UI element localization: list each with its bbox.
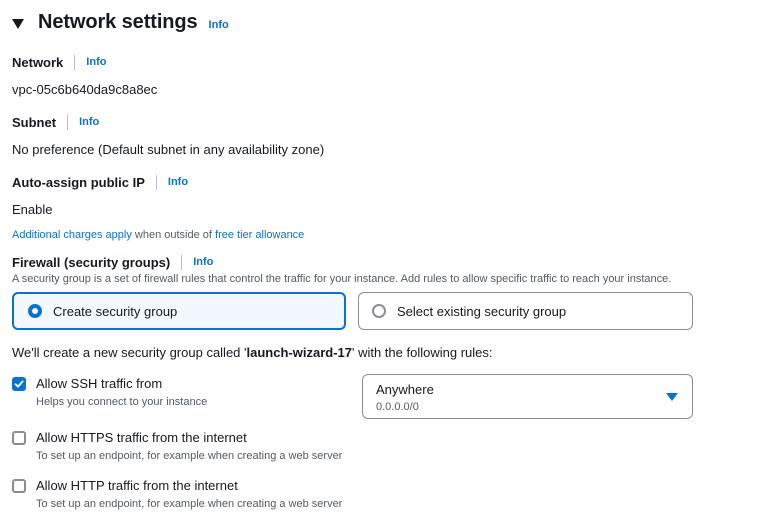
free-tier-link[interactable]: free tier allowance [215,229,304,241]
security-group-name: launch-wizard-17 [246,345,352,360]
section-info-link[interactable]: Info [209,19,229,31]
divider [74,54,76,70]
subnet-value: No preference (Default subnet in any ava… [12,142,325,157]
subnet-label-row: Subnet Info [12,113,99,131]
create-security-group-option[interactable]: Create security group [12,292,346,330]
select-existing-security-group-option[interactable]: Select existing security group [358,292,693,330]
public-ip-value: Enable [12,202,53,217]
https-rule-label: Allow HTTPS traffic from the internet [36,430,247,445]
charges-note: Additional charges apply when outside of… [12,229,304,241]
ssh-rule-label: Allow SSH traffic from [36,376,163,391]
ssh-source-value: Anywhere [376,382,434,397]
public-ip-info-link[interactable]: Info [168,176,188,188]
http-rule-description: To set up an endpoint, for example when … [36,498,343,510]
firewall-description: A security group is a set of firewall ru… [12,273,672,285]
ssh-rule-description: Helps you connect to your instance [36,396,208,408]
http-checkbox[interactable] [12,478,26,493]
https-rule-description: To set up an endpoint, for example when … [36,450,343,462]
ssh-rule-row[interactable]: Allow SSH traffic from [12,376,162,391]
http-rule-label: Allow HTTP traffic from the internet [36,478,238,493]
divider [67,114,69,130]
divider [181,254,183,270]
network-label-row: Network Info [12,53,106,71]
network-label: Network [12,54,64,70]
ssh-source-cidr: 0.0.0.0/0 [376,401,419,413]
ssh-checkbox[interactable] [12,376,26,391]
public-ip-label-row: Auto-assign public IP Info [12,173,188,191]
charges-note-text: when outside of [131,229,216,241]
https-rule-row[interactable]: Allow HTTPS traffic from the internet [12,430,247,445]
option-label: Create security group [53,303,178,319]
firewall-label: Firewall (security groups) [12,254,171,270]
firewall-label-row: Firewall (security groups) Info [12,253,213,271]
subnet-label: Subnet [12,114,57,130]
option-label: Select existing security group [397,303,567,319]
http-rule-row[interactable]: Allow HTTP traffic from the internet [12,478,238,493]
security-group-summary: We'll create a new security group called… [12,345,493,360]
public-ip-label: Auto-assign public IP [12,174,145,190]
https-checkbox[interactable] [12,430,26,445]
radio-selected[interactable] [28,304,42,318]
section-header[interactable]: Network settings Info [12,11,229,34]
network-value: vpc-05c6b640da9c8a8ec [12,82,158,97]
check-icon [14,380,24,387]
network-info-link[interactable]: Info [86,56,106,68]
radio-unselected[interactable] [372,304,386,318]
firewall-info-link[interactable]: Info [193,256,213,268]
section-title: Network settings [38,11,198,33]
divider [155,174,157,190]
select-arrow-icon[interactable] [666,393,678,401]
subnet-info-link[interactable]: Info [79,116,99,128]
caret-down-icon[interactable] [12,18,24,29]
additional-charges-link[interactable]: Additional charges apply [12,229,132,241]
ssh-source-select[interactable]: Anywhere 0.0.0.0/0 [362,374,693,419]
